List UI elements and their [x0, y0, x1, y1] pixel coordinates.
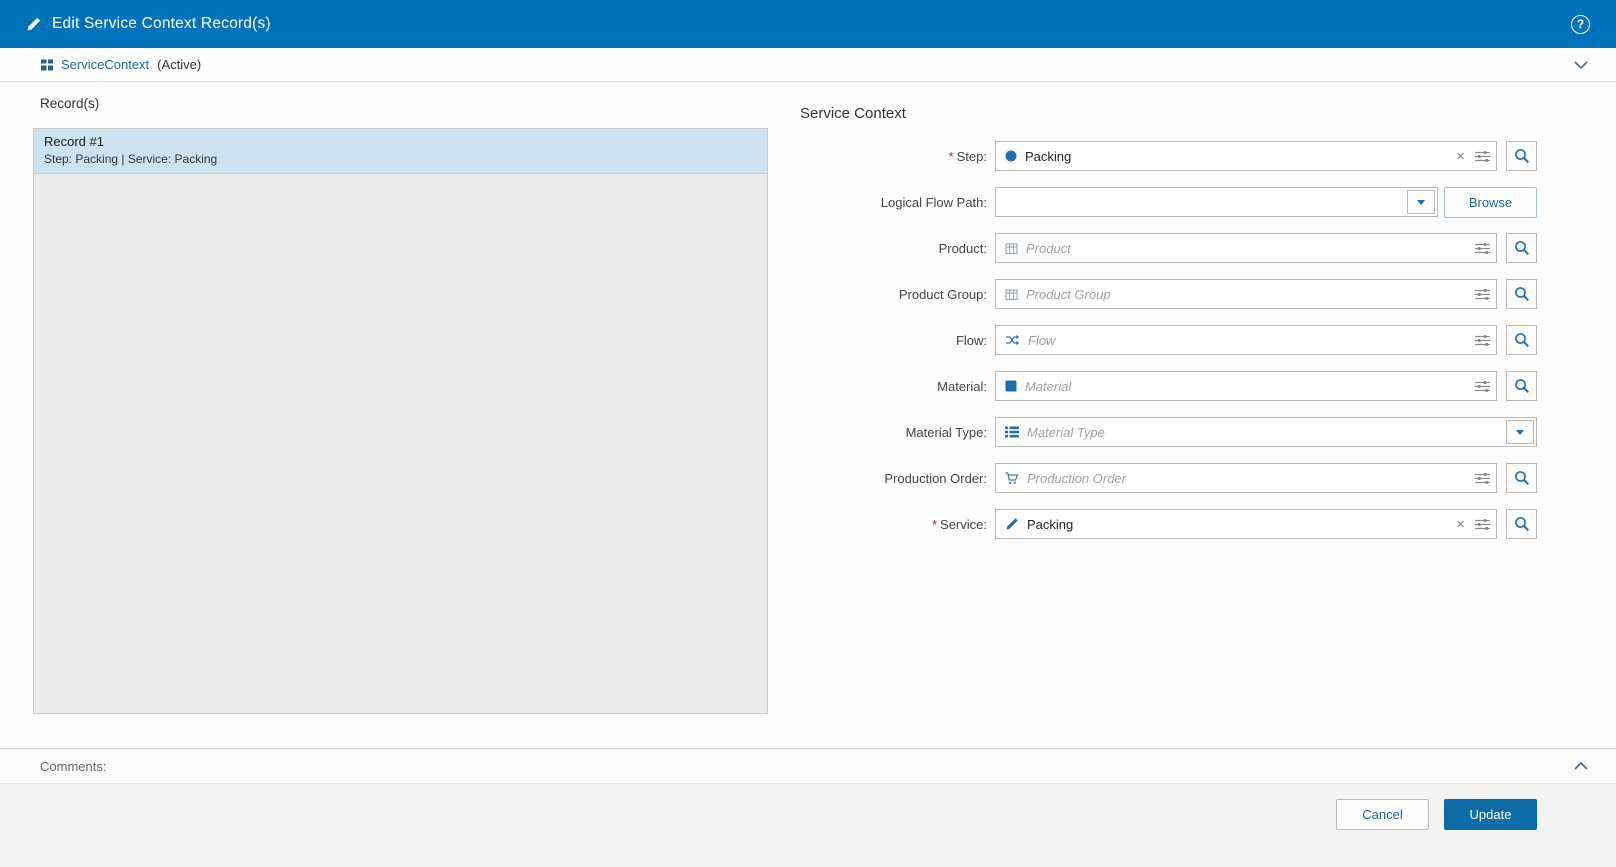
step-filter-icon[interactable] — [1475, 150, 1490, 163]
step-input-box[interactable]: × — [995, 141, 1497, 171]
page-title: Edit Service Context Record(s) — [52, 15, 271, 33]
material-type-icon — [1005, 426, 1019, 438]
comments-chevron-up-icon[interactable] — [1574, 762, 1588, 770]
update-button[interactable]: Update — [1444, 799, 1537, 830]
product-group-filter-icon[interactable] — [1475, 288, 1490, 301]
collapse-chevron-down-icon[interactable] — [1574, 61, 1588, 69]
step-clear-icon[interactable]: × — [1456, 149, 1465, 164]
product-group-input[interactable] — [1026, 287, 1473, 302]
form-row-production-order: Production Order: — [800, 463, 1537, 493]
form-row-step: *Step: × — [800, 141, 1537, 171]
entity-link[interactable]: ServiceContext — [40, 57, 149, 72]
edit-pencil-icon — [26, 17, 41, 32]
step-input[interactable] — [1025, 149, 1452, 164]
product-group-lookup-button[interactable] — [1506, 279, 1537, 309]
logical-flow-path-input-box[interactable] — [995, 187, 1438, 217]
form-row-flow: Flow: — [800, 325, 1537, 355]
form-row-product-group: Product Group: — [800, 279, 1537, 309]
footer-action-bar: Cancel Update — [0, 783, 1616, 867]
app-header: Edit Service Context Record(s) ? — [0, 0, 1616, 48]
material-input[interactable] — [1025, 379, 1473, 394]
form-row-logical-flow-path: Logical Flow Path: Browse — [800, 187, 1537, 217]
entity-bar: ServiceContext (Active) — [0, 48, 1616, 82]
material-filter-icon[interactable] — [1475, 380, 1490, 393]
step-label: *Step: — [800, 149, 995, 164]
product-group-input-box[interactable] — [995, 279, 1497, 309]
cancel-button[interactable]: Cancel — [1336, 799, 1429, 830]
flow-filter-icon[interactable] — [1475, 334, 1490, 347]
service-clear-icon[interactable]: × — [1456, 517, 1465, 532]
form-title: Service Context — [800, 105, 1537, 122]
production-order-filter-icon[interactable] — [1475, 472, 1490, 485]
material-input-box[interactable] — [995, 371, 1497, 401]
entity-name[interactable]: ServiceContext — [61, 57, 149, 72]
product-group-icon — [1005, 288, 1018, 301]
product-lookup-button[interactable] — [1506, 233, 1537, 263]
product-input-box[interactable] — [995, 233, 1497, 263]
service-icon — [1005, 517, 1019, 531]
service-context-form: Service Context *Step: × — [800, 105, 1537, 555]
material-type-input-box[interactable] — [995, 417, 1537, 447]
flow-input[interactable] — [1028, 333, 1473, 348]
logical-flow-path-input[interactable] — [1007, 195, 1401, 210]
record-title: Record #1 — [44, 134, 757, 149]
product-filter-icon[interactable] — [1475, 242, 1490, 255]
product-input[interactable] — [1026, 241, 1473, 256]
service-input[interactable] — [1027, 517, 1452, 532]
required-asterisk: * — [949, 149, 954, 164]
material-type-input[interactable] — [1027, 425, 1500, 440]
material-type-label: Material Type: — [800, 425, 995, 440]
service-filter-icon[interactable] — [1475, 518, 1490, 531]
form-row-material: Material: — [800, 371, 1537, 401]
form-row-material-type: Material Type: — [800, 417, 1537, 447]
records-panel-title: Record(s) — [40, 96, 99, 111]
step-circle-icon — [1005, 150, 1017, 162]
flow-input-box[interactable] — [995, 325, 1497, 355]
material-type-dropdown-button[interactable] — [1506, 420, 1534, 444]
production-order-lookup-button[interactable] — [1506, 463, 1537, 493]
service-input-box[interactable]: × — [995, 509, 1497, 539]
product-icon — [1005, 242, 1018, 255]
required-asterisk: * — [932, 517, 937, 532]
logical-flow-path-label: Logical Flow Path: — [800, 195, 995, 210]
logical-flow-path-dropdown-button[interactable] — [1407, 190, 1435, 214]
flow-label: Flow: — [800, 333, 995, 348]
production-order-input-box[interactable] — [995, 463, 1497, 493]
form-row-product: Product: — [800, 233, 1537, 263]
product-group-label: Product Group: — [800, 287, 995, 302]
records-list[interactable]: Record #1 Step: Packing | Service: Packi… — [33, 128, 768, 714]
comments-label: Comments: — [40, 759, 106, 774]
comments-section-header: Comments: — [0, 748, 1616, 783]
help-icon[interactable]: ? — [1571, 15, 1590, 34]
flow-icon — [1005, 333, 1020, 347]
form-row-service: *Service: × — [800, 509, 1537, 539]
material-lookup-button[interactable] — [1506, 371, 1537, 401]
production-order-label: Production Order: — [800, 471, 995, 486]
service-label: *Service: — [800, 517, 995, 532]
service-context-entity-icon — [40, 58, 54, 72]
step-lookup-button[interactable] — [1506, 141, 1537, 171]
flow-lookup-button[interactable] — [1506, 325, 1537, 355]
browse-button[interactable]: Browse — [1444, 187, 1537, 218]
product-label: Product: — [800, 241, 995, 256]
production-order-input[interactable] — [1027, 471, 1473, 486]
entity-status: (Active) — [157, 57, 201, 72]
production-order-cart-icon — [1005, 472, 1019, 485]
record-subtitle: Step: Packing | Service: Packing — [44, 152, 757, 166]
material-label: Material: — [800, 379, 995, 394]
record-list-item-selected[interactable]: Record #1 Step: Packing | Service: Packi… — [34, 129, 767, 174]
service-lookup-button[interactable] — [1506, 509, 1537, 539]
material-icon — [1005, 380, 1017, 392]
